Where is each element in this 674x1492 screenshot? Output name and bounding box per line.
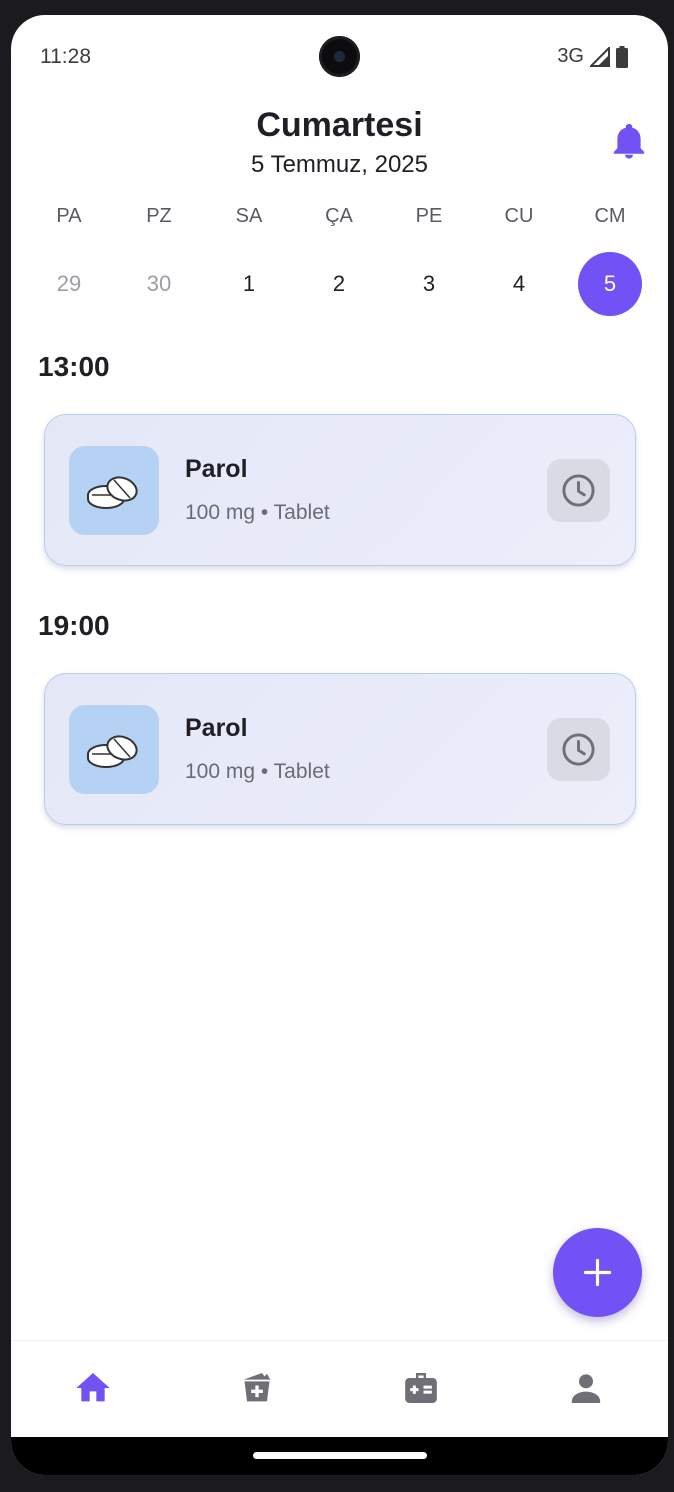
day-col-5: CU 4 bbox=[474, 203, 564, 316]
day-number[interactable]: 2 bbox=[307, 252, 371, 316]
status-time: 11:28 bbox=[40, 45, 91, 68]
pills-icon bbox=[87, 735, 138, 768]
clock-icon bbox=[562, 733, 595, 766]
day-col-3: ÇA 2 bbox=[294, 203, 384, 316]
medication-card[interactable]: Parol 100 mg • Tablet bbox=[44, 673, 636, 825]
gesture-area bbox=[11, 1437, 668, 1475]
medication-name: Parol bbox=[185, 714, 248, 742]
nav-home[interactable] bbox=[73, 1368, 113, 1408]
weekday-label: ÇA bbox=[325, 205, 353, 227]
weekday-label: CU bbox=[504, 205, 534, 227]
page-header: Cumartesi 5 Temmuz, 2025 bbox=[11, 105, 668, 180]
weekday-label: PE bbox=[415, 205, 443, 227]
day-number[interactable]: 3 bbox=[397, 252, 461, 316]
pill-icon-box bbox=[69, 705, 159, 794]
weekday-label: PA bbox=[56, 205, 82, 227]
clock-icon bbox=[562, 474, 595, 507]
nav-health[interactable] bbox=[401, 1368, 441, 1408]
day-number[interactable]: 30 bbox=[127, 252, 191, 316]
slot-time: 13:00 bbox=[38, 351, 110, 382]
pill-icon-box bbox=[69, 446, 159, 535]
day-col-2: SA 1 bbox=[204, 203, 294, 316]
home-gesture-bar[interactable] bbox=[253, 1452, 427, 1459]
medical-kit-icon bbox=[405, 1373, 437, 1403]
nav-profile[interactable] bbox=[566, 1368, 606, 1408]
plus-icon bbox=[583, 1258, 612, 1287]
day-col-0: PA 29 bbox=[24, 203, 114, 316]
network-type: 3G bbox=[557, 45, 584, 67]
weekday-label: SA bbox=[235, 205, 263, 227]
snooze-button[interactable] bbox=[547, 459, 610, 522]
add-medication-button[interactable] bbox=[553, 1228, 642, 1317]
medication-card[interactable]: Parol 100 mg • Tablet bbox=[44, 414, 636, 566]
day-col-1: PZ 30 bbox=[114, 203, 204, 316]
medication-detail: 100 mg • Tablet bbox=[185, 501, 330, 524]
pills-icon bbox=[87, 476, 138, 509]
medication-name: Parol bbox=[185, 455, 248, 483]
day-col-6: CM 5 bbox=[565, 203, 655, 316]
battery-icon bbox=[616, 45, 628, 68]
day-number[interactable]: 29 bbox=[37, 252, 101, 316]
status-indicators: 3G bbox=[557, 45, 628, 68]
weekday-label: CM bbox=[594, 205, 626, 227]
front-camera bbox=[319, 36, 360, 77]
day-col-4: PE 3 bbox=[384, 203, 474, 316]
signal-icon bbox=[590, 46, 610, 67]
day-number[interactable]: 1 bbox=[217, 252, 281, 316]
phone-screen: 11:28 3G Cumartesi 5 Temmuz, 2025 PA 29 … bbox=[11, 15, 668, 1475]
bottom-nav bbox=[11, 1341, 668, 1437]
nav-medicines[interactable] bbox=[237, 1368, 277, 1408]
medicine-icon bbox=[243, 1373, 271, 1402]
home-icon bbox=[76, 1373, 110, 1402]
weekday-label: PZ bbox=[146, 205, 172, 227]
slot-time: 19:00 bbox=[38, 610, 110, 641]
status-bar: 11:28 3G bbox=[11, 15, 668, 85]
page-title: Cumartesi bbox=[256, 106, 423, 144]
medication-detail: 100 mg • Tablet bbox=[185, 760, 330, 783]
profile-icon bbox=[571, 1374, 601, 1403]
day-number[interactable]: 4 bbox=[487, 252, 551, 316]
snooze-button[interactable] bbox=[547, 718, 610, 781]
day-number-selected[interactable]: 5 bbox=[578, 252, 642, 316]
page-date: 5 Temmuz, 2025 bbox=[251, 151, 428, 178]
bell-icon[interactable] bbox=[612, 124, 646, 160]
